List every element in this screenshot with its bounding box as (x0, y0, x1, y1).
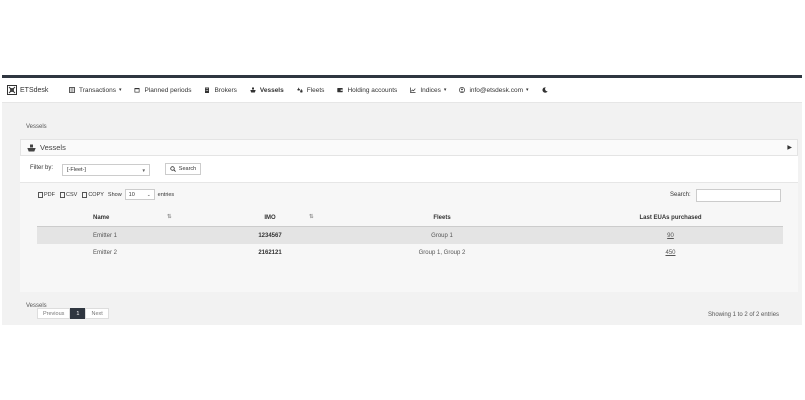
nav-indices[interactable]: Indices ▾ (410, 87, 446, 94)
nav-holding-accounts-label: Holding accounts (347, 86, 398, 94)
panel-header[interactable]: Vessels ▶ (20, 139, 798, 156)
export-csv-button[interactable]: CSV (59, 190, 78, 200)
column-header-name[interactable]: Name ⇅ (37, 210, 214, 227)
pagination-next[interactable]: Next (85, 308, 109, 319)
table-search-label: Search: (670, 192, 691, 198)
copy-icon (82, 191, 88, 198)
nav-fleets-label: Fleets (306, 86, 325, 94)
chevron-down-icon: ⌄ (146, 192, 151, 197)
table-search-input[interactable] (696, 189, 781, 202)
sort-icon: ⇅ (309, 214, 314, 220)
nav-brokers-label: Brokers (214, 86, 237, 94)
nav-vessels[interactable]: Vessels (250, 87, 284, 94)
table-info: Showing 1 to 2 of 2 entries (708, 312, 780, 318)
nav-indices-label: Indices (420, 86, 441, 94)
export-copy-label: COPY (88, 191, 104, 198)
nav-user-label: info@etsdesk.com (469, 86, 524, 94)
building-icon (205, 87, 210, 93)
footer-breadcrumb: Vessels (26, 303, 47, 309)
nav-vessels-label: Vessels (259, 86, 284, 94)
length-entries-label: entries (157, 191, 175, 198)
exchange-icon (69, 87, 75, 93)
nav-holding-accounts[interactable]: Holding accounts (337, 87, 397, 94)
nav-user-menu[interactable]: info@etsdesk.com ▾ (459, 86, 529, 94)
column-header-euas[interactable]: Last EUAs purchased (558, 210, 783, 227)
cell-imo: 2162121 (258, 249, 282, 256)
theme-toggle-button[interactable] (542, 87, 552, 93)
ship-icon (250, 87, 256, 93)
ships-icon (297, 87, 303, 93)
navbar: ETSdesk Transactions ▾ Planned periods B… (2, 78, 802, 103)
cell-name: Emitter 1 (37, 226, 214, 244)
chart-line-icon (410, 87, 416, 93)
search-icon (170, 166, 176, 172)
cell-euas: 450 (558, 244, 783, 261)
ship-icon (27, 144, 36, 151)
cell-fleets: Group 1, Group 2 (418, 249, 466, 256)
chevron-down-icon: ▾ (443, 87, 447, 93)
brand-link[interactable]: ETSdesk (7, 85, 69, 95)
table-header-row: Name ⇅ IMO ⇅ Fleets Last EUAs purchased (37, 210, 783, 227)
wallet-icon (337, 88, 344, 93)
export-copy-button[interactable]: COPY (81, 190, 105, 200)
pagination-page-1[interactable]: 1 (70, 308, 86, 319)
page-length-select[interactable]: 10 ⌄ (124, 189, 155, 200)
moon-icon (542, 87, 548, 93)
column-header-fleets[interactable]: Fleets (326, 210, 558, 227)
nav-planned-periods[interactable]: Planned periods (134, 87, 191, 94)
cell-fleets: Group 1 (326, 226, 558, 244)
collapse-arrow-icon[interactable]: ▶ (787, 144, 792, 151)
nav-planned-periods-label: Planned periods (144, 86, 192, 94)
chevron-down-icon: ▼ (141, 168, 146, 173)
logo-icon (7, 85, 17, 95)
file-csv-icon (60, 191, 65, 198)
chevron-down-icon: ▾ (118, 87, 122, 93)
nav-transactions[interactable]: Transactions ▾ (69, 87, 121, 94)
page-length-value: 10 (128, 192, 135, 198)
nav-transactions-label: Transactions (79, 86, 116, 94)
breadcrumb: Vessels (26, 124, 47, 130)
length-show-label: Show (107, 191, 122, 198)
cell-name: Emitter 2 (93, 249, 118, 256)
column-header-imo[interactable]: IMO ⇅ (214, 210, 326, 227)
euas-link[interactable]: 90 (667, 233, 674, 239)
panel-title: Vessels (40, 143, 66, 152)
file-pdf-icon (38, 191, 43, 198)
cell-euas: 90 (558, 226, 783, 244)
user-icon (459, 87, 466, 93)
filter-search-button[interactable]: Search (165, 163, 201, 175)
export-pdf-label: PDF (44, 191, 55, 198)
vessels-table: Name ⇅ IMO ⇅ Fleets Last EUAs purchased (37, 210, 783, 261)
nav-brokers[interactable]: Brokers (204, 86, 237, 94)
filter-label: Filter by: (30, 165, 54, 171)
euas-link[interactable]: 450 (665, 250, 675, 256)
brand-name: ETSdesk (20, 86, 49, 94)
export-pdf-button[interactable]: PDF (37, 190, 56, 200)
sort-asc-icon: ⇅ (167, 214, 172, 220)
panel-body: Filter by: [-Fleet-] ▼ Search PDF CSV CO… (20, 156, 798, 319)
nav-fleets[interactable]: Fleets (297, 86, 325, 94)
chevron-down-icon: ▾ (526, 87, 529, 93)
fleet-filter-value: [-Fleet-] (67, 167, 86, 173)
table-row[interactable]: Emitter 2 2162121 Group 1, Group 2 450 (37, 244, 783, 261)
filter-search-label: Search (178, 166, 197, 172)
filter-row: Filter by: [-Fleet-] ▼ Search (20, 156, 798, 183)
export-toolbar: PDF CSV COPY Show 10 ⌄ entries (37, 189, 174, 200)
main-content: Vessels Vessels ▶ Filter by: [-Fleet-] ▼… (2, 103, 802, 325)
pagination-previous[interactable]: Previous (37, 308, 71, 319)
table-row[interactable]: Emitter 1 1234567 Group 1 90 (37, 226, 783, 244)
export-csv-label: CSV (66, 191, 78, 198)
fleet-filter-select[interactable]: [-Fleet-] ▼ (62, 164, 150, 176)
pagination: Previous 1 Next (37, 308, 109, 319)
cell-imo: 1234567 (214, 226, 326, 244)
app-window: ETSdesk Transactions ▾ Planned periods B… (2, 75, 802, 325)
calendar-icon (134, 88, 140, 93)
